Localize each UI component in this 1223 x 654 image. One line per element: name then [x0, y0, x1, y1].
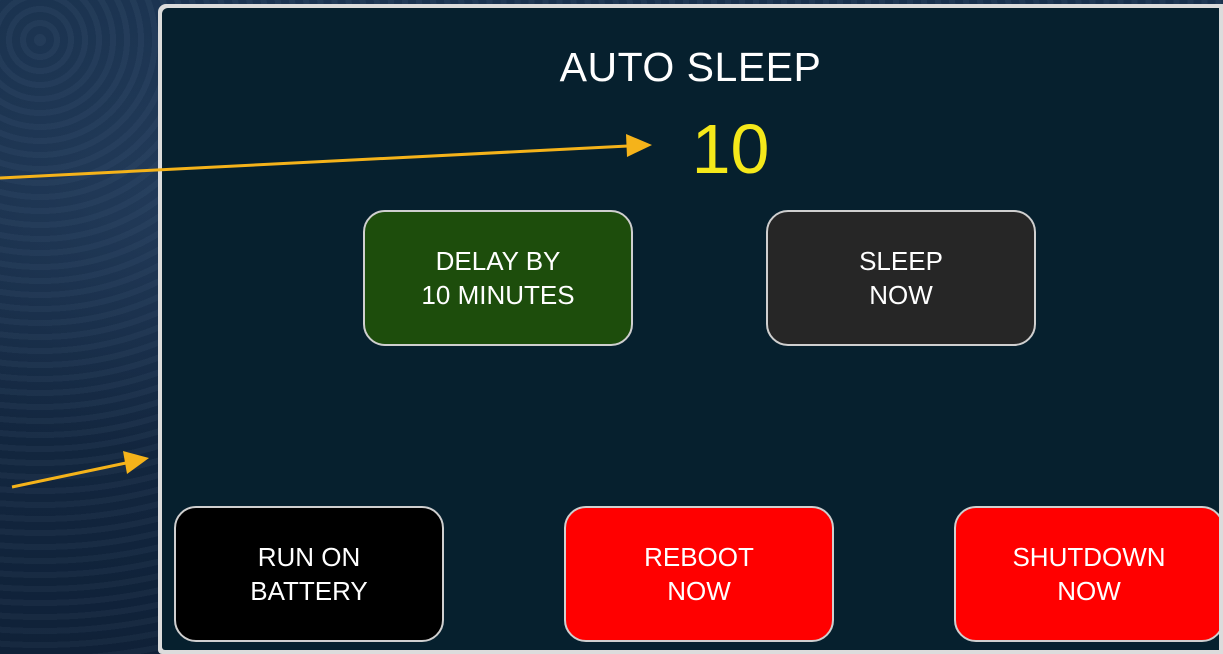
sleep-button-label-line1: SLEEP — [859, 246, 943, 276]
countdown-value: 10 — [691, 110, 770, 188]
arrow-icon-to-panel-edge — [11, 451, 149, 489]
shutdown-now-button[interactable]: SHUTDOWN NOW — [954, 506, 1219, 642]
shutdown-button-label-line2: NOW — [1057, 576, 1121, 606]
delay-button-label-line1: DELAY BY — [435, 246, 561, 276]
reboot-now-button[interactable]: REBOOT NOW — [564, 506, 834, 642]
run-on-battery-button[interactable]: RUN ON BATTERY — [174, 506, 444, 642]
reboot-button-label-line1: REBOOT — [644, 542, 754, 572]
delay-button[interactable]: DELAY BY 10 MINUTES — [363, 210, 633, 346]
panel-title: AUTO SLEEP — [559, 44, 822, 90]
delay-button-label-line2: 10 MINUTES — [421, 280, 575, 310]
auto-sleep-panel: AUTO SLEEP 10 DELAY BY 10 MINUTES SLEEP … — [162, 8, 1219, 650]
arrow-shaft — [11, 461, 127, 489]
arrow-head — [123, 451, 149, 474]
reboot-button-label-line2: NOW — [667, 576, 731, 606]
device-screen-frame: AUTO SLEEP 10 DELAY BY 10 MINUTES SLEEP … — [158, 4, 1223, 654]
sleep-button-label-line2: NOW — [869, 280, 933, 310]
battery-button-label-line2: BATTERY — [250, 576, 368, 606]
battery-button-label-line1: RUN ON — [257, 542, 361, 572]
shutdown-button-label-line1: SHUTDOWN — [1012, 542, 1166, 572]
sleep-now-button[interactable]: SLEEP NOW — [766, 210, 1036, 346]
